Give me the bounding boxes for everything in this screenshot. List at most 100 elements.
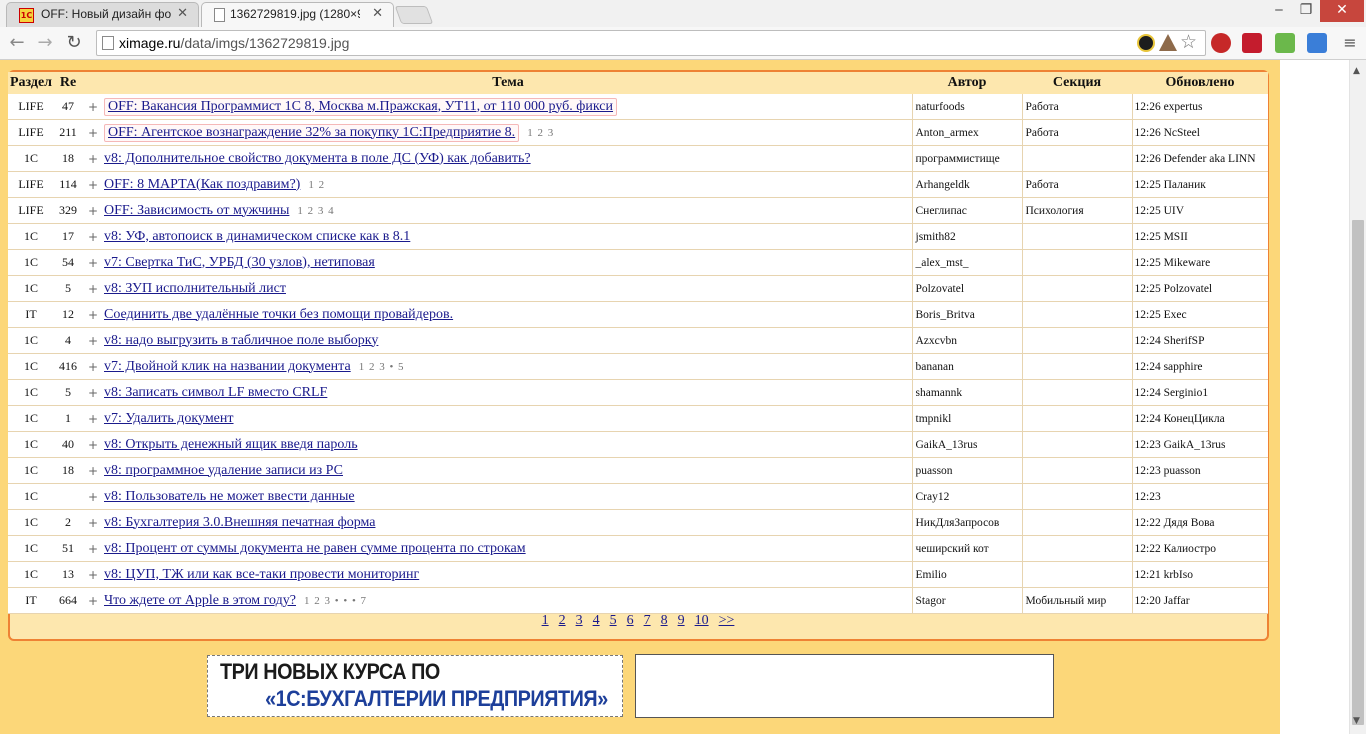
row-author[interactable]: НикДляЗапросов (911, 509, 1022, 536)
evernote-ext-icon[interactable] (1275, 33, 1295, 53)
row-author[interactable]: jsmith82 (911, 223, 1022, 250)
row-author[interactable]: shamannk (911, 379, 1022, 406)
topic-link[interactable]: v8: Бухгалтерия 3.0.Внешняя печатная фор… (104, 515, 375, 530)
expand-icon[interactable]: + (82, 431, 104, 458)
row-author[interactable]: Anton_armex (911, 119, 1022, 146)
topic-link[interactable]: Что ждете от Apple в этом году? (104, 593, 296, 608)
topic-link[interactable]: v8: Процент от суммы документа не равен … (104, 541, 526, 556)
page-link[interactable]: 8 (661, 613, 668, 629)
page-link[interactable]: 9 (678, 613, 685, 629)
close-icon[interactable]: ✕ (372, 6, 383, 21)
ad-banner-empty[interactable] (635, 654, 1054, 718)
row-author[interactable]: tmpnikl (911, 405, 1022, 432)
minimize-button[interactable]: ‒ (1265, 0, 1293, 22)
row-author[interactable]: Boris_Britva (911, 301, 1022, 328)
expand-icon[interactable]: + (82, 145, 104, 172)
expand-icon[interactable]: + (82, 379, 104, 406)
topic-link[interactable]: v8: ЗУП исполнительный лист (104, 281, 286, 296)
expand-icon[interactable]: + (82, 275, 104, 302)
topic-link[interactable]: v7: Свертка ТиС, УРБД (30 узлов), нетипо… (104, 255, 375, 270)
page-link[interactable]: 5 (610, 613, 617, 629)
topic-link[interactable]: v8: Открыть денежный ящик введя пароль (104, 437, 358, 452)
expand-icon[interactable]: + (82, 301, 104, 328)
menu-icon[interactable]: ≡ (1338, 31, 1362, 55)
page-link[interactable]: 1 (542, 613, 549, 629)
adblock-icon[interactable] (1211, 33, 1231, 53)
translate-icon[interactable] (1307, 33, 1327, 53)
expand-icon[interactable]: + (82, 561, 104, 588)
page-link[interactable]: 7 (644, 613, 651, 629)
topic-link[interactable]: OFF: Вакансия Программист 1С 8, Москва м… (108, 99, 613, 114)
topic-link[interactable]: v7: Удалить документ (104, 411, 234, 426)
row-author[interactable]: Emilio (911, 561, 1022, 588)
puzzle-ext-icon[interactable] (1242, 33, 1262, 53)
topic-link[interactable]: Соединить две удалённые точки без помощи… (104, 307, 453, 322)
page-link[interactable]: 6 (627, 613, 634, 629)
row-author[interactable]: Cray12 (911, 483, 1022, 510)
row-author[interactable]: Arhangeldk (911, 171, 1022, 198)
expand-icon[interactable]: + (82, 587, 104, 614)
expand-icon[interactable]: + (82, 171, 104, 198)
tab-1c-forum[interactable]: 1С OFF: Новый дизайн фору ✕ (6, 2, 199, 27)
reload-icon[interactable]: ↻ (62, 31, 86, 55)
topic-link[interactable]: v8: УФ, автопоиск в динамическом списке … (104, 229, 410, 244)
row-author[interactable]: Azxcvbn (911, 327, 1022, 354)
row-author[interactable]: bananan (911, 353, 1022, 380)
row-author[interactable]: Polzovatel (911, 275, 1022, 302)
topic-link[interactable]: v8: Записать символ LF вместо CRLF (104, 385, 327, 400)
expand-icon[interactable]: + (82, 223, 104, 250)
topic-pages[interactable]: 1 2 3 4 (297, 205, 334, 217)
page-link[interactable]: 2 (559, 613, 566, 629)
new-tab-button[interactable] (394, 6, 434, 24)
expand-icon[interactable]: + (82, 457, 104, 484)
topic-link[interactable]: v8: надо выгрузить в табличное поле выбо… (104, 333, 378, 348)
vertical-scrollbar[interactable]: ▲ ▼ (1349, 60, 1366, 734)
topic-link[interactable]: v8: Пользователь не может ввести данные (104, 489, 355, 504)
user-ext-icon[interactable] (1137, 34, 1155, 52)
topic-pages[interactable]: 1 2 3 (527, 127, 554, 139)
page-link[interactable]: >> (719, 613, 735, 629)
window-close-button[interactable]: ✕ (1320, 0, 1364, 22)
row-author[interactable]: puasson (911, 457, 1022, 484)
expand-icon[interactable]: + (82, 483, 104, 510)
expand-icon[interactable]: + (82, 509, 104, 536)
topic-link[interactable]: v7: Двойной клик на названии документа (104, 359, 351, 374)
expand-icon[interactable]: + (82, 249, 104, 276)
topic-link[interactable]: OFF: Агентское вознаграждение 32% за пок… (108, 125, 515, 140)
row-author[interactable]: Снеглипас (911, 197, 1022, 224)
topic-link[interactable]: v8: программное удаление записи из РС (104, 463, 343, 478)
ad-banner-courses[interactable]: ТРИ НОВЫХ КУРСА ПО «1С:БУХГАЛТЕРИИ ПРЕДП… (207, 655, 623, 717)
topic-link[interactable]: v8: ЦУП, ТЖ или как все-таки провести мо… (104, 567, 419, 582)
topic-pages[interactable]: 1 2 3 • 5 (359, 361, 405, 373)
topic-link[interactable]: OFF: Зависимость от мужчины (104, 203, 289, 218)
row-author[interactable]: программистище (911, 145, 1022, 172)
page-link[interactable]: 3 (576, 613, 583, 629)
address-bar[interactable]: ximage.ru/data/imgs/1362729819.jpg ☆ (96, 30, 1206, 56)
scroll-down-icon[interactable]: ▼ (1353, 716, 1360, 726)
expand-icon[interactable]: + (82, 535, 104, 562)
row-author[interactable]: чеширский кот (911, 535, 1022, 562)
row-author[interactable]: _alex_mst_ (911, 249, 1022, 276)
forward-arrow-icon[interactable]: → (33, 31, 57, 55)
scroll-up-icon[interactable]: ▲ (1353, 66, 1360, 76)
maximize-button[interactable]: ❐ (1292, 0, 1320, 22)
expand-icon[interactable]: + (82, 119, 104, 146)
expand-icon[interactable]: + (82, 353, 104, 380)
topic-pages[interactable]: 1 2 3 • • • 7 (304, 595, 367, 607)
page-link[interactable]: 4 (593, 613, 600, 629)
topic-pages[interactable]: 1 2 (308, 179, 325, 191)
star-icon[interactable]: ☆ (1180, 31, 1197, 53)
row-author[interactable]: naturfoods (911, 94, 1022, 120)
scroll-thumb[interactable] (1352, 220, 1364, 725)
topic-link[interactable]: v8: Дополнительное свойство документа в … (104, 151, 531, 166)
expand-icon[interactable]: + (82, 327, 104, 354)
row-author[interactable]: GaikA_13rus (911, 431, 1022, 458)
pyramid-ext-icon[interactable] (1159, 34, 1177, 51)
topic-link[interactable]: OFF: 8 МАРТА(Как поздравим?) (104, 177, 300, 192)
row-author[interactable]: Stagor (911, 587, 1022, 614)
expand-icon[interactable]: + (82, 94, 104, 120)
page-link[interactable]: 10 (695, 613, 709, 629)
close-icon[interactable]: ✕ (177, 6, 188, 21)
back-arrow-icon[interactable]: ← (5, 31, 29, 55)
expand-icon[interactable]: + (82, 197, 104, 224)
